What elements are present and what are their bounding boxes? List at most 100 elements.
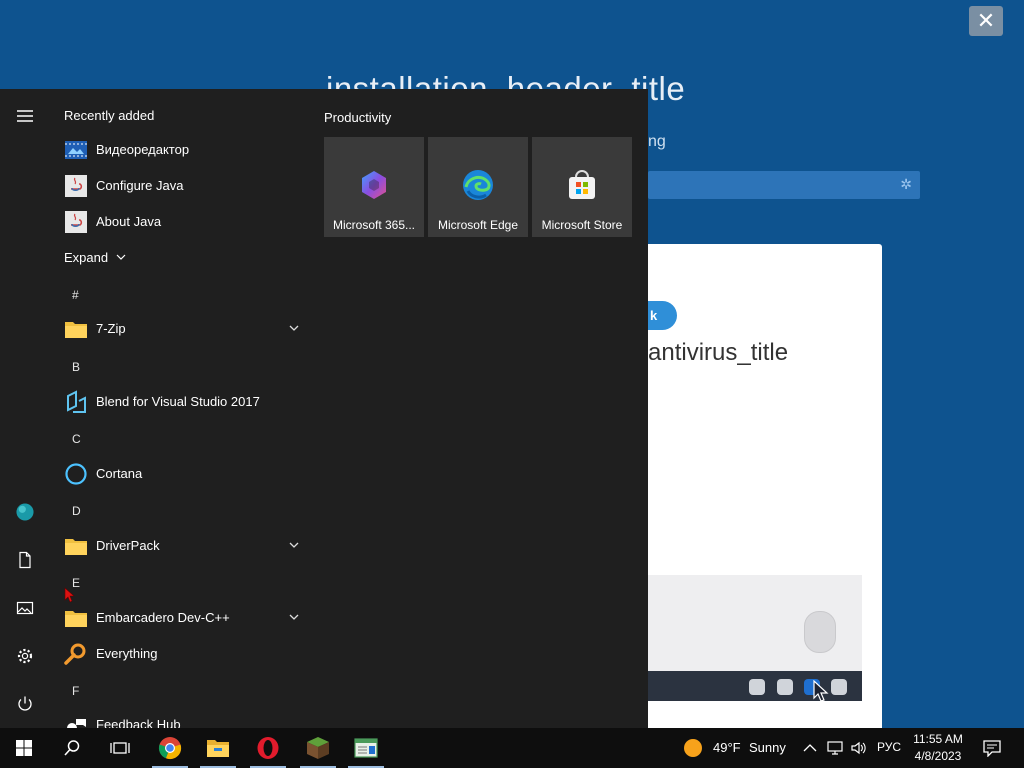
chevron-down-icon[interactable] [288,539,300,551]
search-magnifier-icon [64,643,86,665]
mouse-cursor-icon [64,587,74,603]
letter-header-hash[interactable]: # [72,288,79,302]
letter-header-d[interactable]: D [72,504,81,518]
minecraft-taskbar-button[interactable] [294,728,342,768]
search-icon [64,740,80,756]
network-icon[interactable] [827,740,843,756]
opera-icon [257,737,279,759]
weather-condition[interactable]: Sunny [749,740,786,755]
app-item-everything[interactable]: Everything [50,636,312,672]
pictures-icon [16,601,34,615]
expand-label: Expand [64,250,109,265]
weather-sun-icon[interactable] [683,738,703,758]
document-icon [19,551,31,569]
clock[interactable]: 11:55 AM 4/8/2023 [906,731,970,765]
illustration [648,575,862,702]
illustration-tray-icon [831,679,847,695]
folder-icon [65,611,87,627]
clock-time: 11:55 AM [913,732,963,746]
tile-microsoft-store[interactable]: Microsoft Store [532,137,632,237]
documents-button[interactable] [10,545,40,575]
settings-button[interactable] [10,641,40,671]
app-item-label: 7-Zip [96,321,126,336]
antivirus-title: antivirus_title [648,339,789,366]
recently-added-heading: Recently added [64,108,155,123]
app-item-configure-java[interactable]: Configure Java [50,168,312,204]
app-item-label: Everything [96,646,158,661]
tile-label: Microsoft 365... [332,218,416,232]
chrome-icon [158,737,182,760]
weather-temperature[interactable]: 49°F [713,740,741,755]
installer-subtitle: ng [648,133,666,150]
illustration-tray-icon [777,679,793,695]
app-item-blend[interactable]: Blend for Visual Studio 2017 [50,384,312,420]
app-item-7zip[interactable]: 7-Zip [50,311,312,347]
tile-microsoft-365[interactable]: Microsoft 365... [324,137,424,237]
opera-taskbar-button[interactable] [244,728,292,768]
app-item-cortana[interactable]: Cortana [50,456,312,492]
application-window-icon [354,738,378,758]
app-item-embarcadero[interactable]: Embarcadero Dev-C++ [50,600,312,636]
pictures-button[interactable] [10,593,40,623]
power-button[interactable] [10,689,40,719]
letter-header-c[interactable]: C [72,432,81,446]
java-icon [65,211,87,233]
app-list: Recently added Видеоредактор Configure J… [50,89,312,728]
app-item-video-editor[interactable]: Видеоредактор [50,132,312,168]
tile-microsoft-edge[interactable]: Microsoft Edge [428,137,528,237]
start-rail [0,89,50,728]
app-item-label: Configure Java [96,178,184,193]
java-icon [65,175,87,197]
app-item-driverpack[interactable]: DriverPack [50,528,312,564]
expand-button[interactable]: Expand [64,250,126,265]
folder-icon [65,539,87,555]
pinned-group-heading: Productivity [324,110,392,125]
chevron-down-icon [116,254,126,260]
store-icon [569,170,595,199]
close-button[interactable]: ✕ [969,6,1003,36]
app-item-label: Cortana [96,466,143,481]
video-editor-icon [65,141,87,159]
mouse-illustration-icon [804,611,836,653]
app-window-taskbar-button[interactable] [342,728,390,768]
blend-icon [67,390,86,413]
microsoft-365-icon [362,171,386,199]
chrome-taskbar-button[interactable] [146,728,194,768]
app-item-label: About Java [96,214,162,229]
edge-icon [463,170,493,200]
notification-center-icon[interactable] [983,739,1001,757]
tile-label: Microsoft Store [541,218,623,232]
chevron-down-icon[interactable] [288,611,300,623]
app-item-feedback-hub[interactable]: Feedback Hub [50,707,312,728]
letter-header-f[interactable]: F [72,684,79,698]
illustration-taskbar [648,671,862,702]
installer-card: k antivirus_title [648,244,882,728]
chevron-down-icon[interactable] [288,322,300,334]
illustration-tray-icon [749,679,765,695]
start-button[interactable] [0,728,48,768]
hamburger-menu-button[interactable] [10,101,40,131]
windows-logo-icon [16,740,32,756]
power-icon [18,696,32,711]
app-item-about-java[interactable]: About Java [50,204,312,240]
task-view-button[interactable] [96,728,144,768]
language-indicator[interactable]: РУС [877,740,901,754]
card-pill-button[interactable]: k [648,301,677,330]
user-avatar-icon [16,503,34,521]
hamburger-icon [17,110,33,122]
cortana-icon [65,463,87,485]
gear-icon [17,648,33,664]
task-view-icon [110,742,130,754]
search-button[interactable] [48,728,96,768]
app-item-label: DriverPack [96,538,160,553]
installer-path-input[interactable]: ✲ [648,171,920,199]
letter-header-b[interactable]: B [72,360,80,374]
volume-icon[interactable] [850,740,868,756]
app-item-label: Blend for Visual Studio 2017 [96,394,260,409]
chevron-up-icon[interactable] [803,742,817,754]
user-account-button[interactable] [10,497,40,527]
file-explorer-taskbar-button[interactable] [194,728,242,768]
start-menu: Recently added Видеоредактор Configure J… [0,89,648,728]
minecraft-block-icon [307,737,329,759]
tile-label: Microsoft Edge [437,218,519,232]
